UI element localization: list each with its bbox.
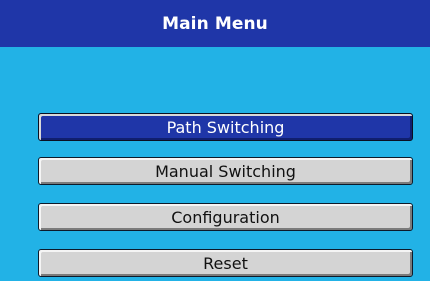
path-switching-button[interactable]: Path Switching	[38, 113, 413, 141]
title-bar: Main Menu	[0, 0, 430, 47]
manual-switching-button[interactable]: Manual Switching	[38, 157, 413, 185]
page-title: Main Menu	[162, 13, 268, 34]
reset-label: Reset	[203, 253, 248, 273]
configuration-button[interactable]: Configuration	[38, 203, 413, 231]
configuration-label: Configuration	[171, 207, 280, 227]
manual-switching-label: Manual Switching	[155, 161, 296, 181]
main-menu-screen: Main Menu Path Switching Manual Switchin…	[0, 0, 430, 281]
path-switching-label: Path Switching	[166, 117, 285, 137]
reset-button[interactable]: Reset	[38, 249, 413, 277]
